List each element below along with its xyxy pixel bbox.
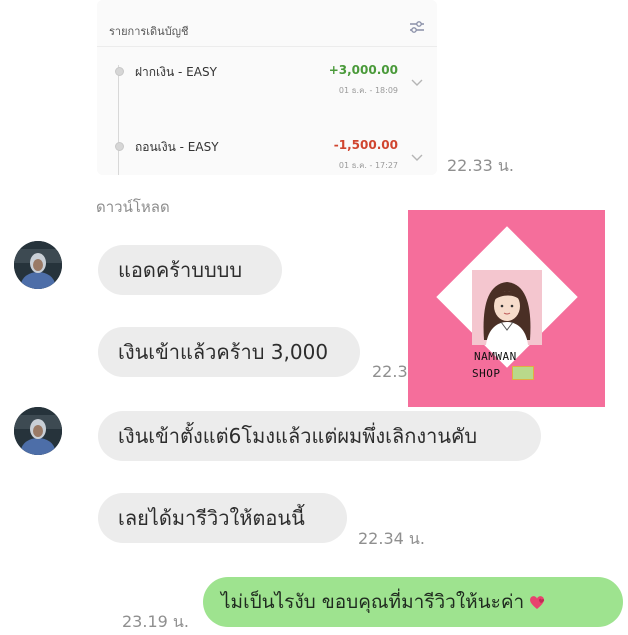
message-time: 22.34 น. bbox=[358, 529, 425, 548]
watermark-name: NAMWAN bbox=[474, 350, 517, 363]
message-text: เงินเข้าแล้วคร้าบ 3,000 bbox=[118, 340, 329, 364]
transaction-date: 01 ธ.ค. - 17:27 bbox=[338, 161, 398, 170]
shop-watermark: NAMWAN SHOP bbox=[408, 210, 605, 407]
avatar[interactable] bbox=[14, 241, 62, 289]
avatar-photo bbox=[14, 241, 62, 289]
girl-portrait-icon bbox=[472, 270, 542, 345]
message-bubble[interactable]: แอดคร้าบบบบ bbox=[98, 245, 282, 295]
watermark-portrait bbox=[472, 270, 542, 345]
sliders-icon[interactable] bbox=[409, 20, 425, 34]
statement-title: รายการเดินบัญชี bbox=[109, 25, 189, 38]
message-bubble[interactable]: เงินเข้าตั้งแต่6โมงแล้วแต่ผมพึ่งเลิกงานค… bbox=[98, 411, 541, 461]
chevron-down-icon[interactable] bbox=[411, 154, 423, 162]
message-text: เลยได้มารีวิวให้ตอนนี้ bbox=[118, 506, 305, 530]
transaction-amount: +3,000.00 bbox=[328, 63, 398, 77]
avatar[interactable] bbox=[14, 407, 62, 455]
reply-text: ไม่เป็นไรงับ ขอบคุณที่มารีวิวให้นะค่า bbox=[221, 591, 525, 613]
timeline-dot bbox=[115, 67, 124, 76]
watermark-shop: SHOP bbox=[472, 367, 501, 380]
money-bill-icon bbox=[512, 366, 534, 380]
timeline-dot bbox=[115, 142, 124, 151]
download-link[interactable]: ดาวน์โหลด bbox=[96, 195, 170, 219]
message-bubble[interactable]: เงินเข้าแล้วคร้าบ 3,000 bbox=[98, 327, 360, 377]
timeline-line bbox=[118, 65, 119, 175]
chevron-down-icon[interactable] bbox=[411, 79, 423, 87]
transaction-name: ถอนเงิน - EASY bbox=[135, 140, 219, 154]
message-time: 23.19 น. bbox=[122, 612, 189, 631]
transaction-name: ฝากเงิน - EASY bbox=[135, 65, 217, 79]
message-text: แอดคร้าบบบบ bbox=[118, 258, 243, 282]
reply-bubble[interactable]: ไม่เป็นไรงับ ขอบคุณที่มารีวิวให้นะค่า bbox=[203, 577, 623, 627]
message-text: เงินเข้าตั้งแต่6โมงแล้วแต่ผมพึ่งเลิกงานค… bbox=[118, 424, 478, 448]
transaction-date: 01 ธ.ค. - 18:09 bbox=[338, 86, 398, 95]
avatar-photo bbox=[14, 407, 62, 455]
statement-image[interactable]: รายการเดินบัญชี ฝากเงิน - EASY +3,000.00… bbox=[97, 0, 437, 175]
message-time: 22.33 น. bbox=[447, 156, 514, 175]
transaction-amount: -1,500.00 bbox=[333, 138, 398, 152]
heart-icon bbox=[530, 596, 545, 609]
message-bubble[interactable]: เลยได้มารีวิวให้ตอนนี้ bbox=[98, 493, 347, 543]
